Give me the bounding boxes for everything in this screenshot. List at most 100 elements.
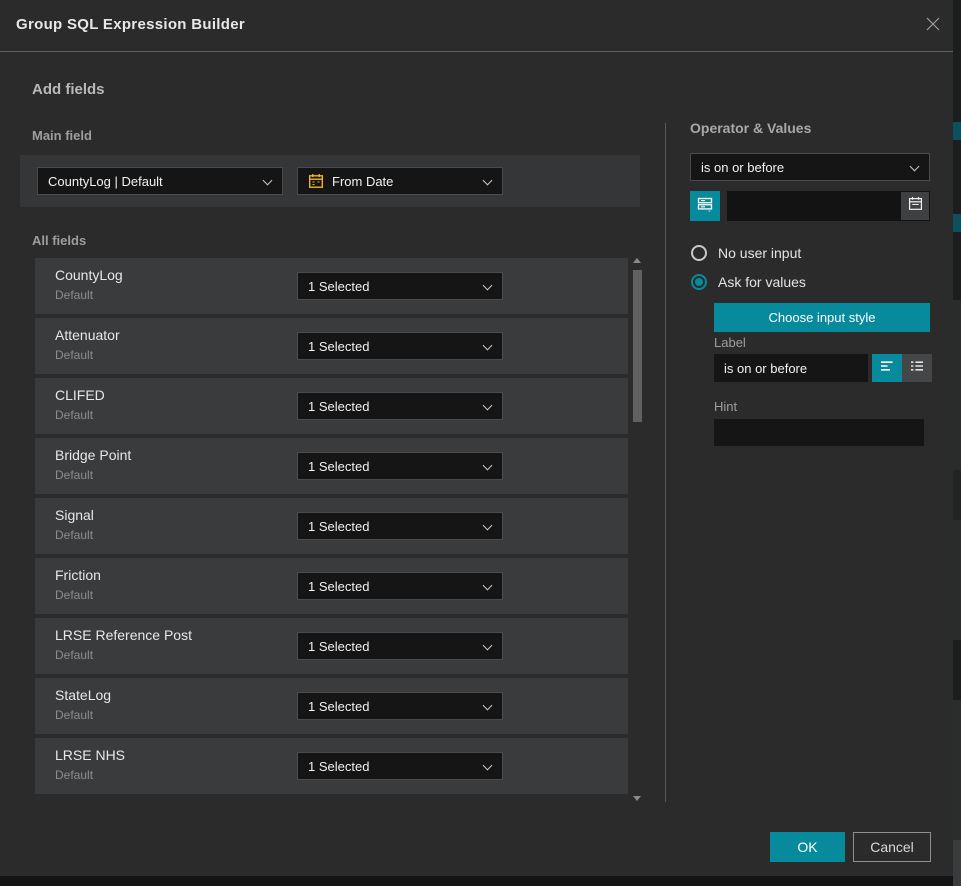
list-icon [909, 358, 925, 379]
field-selected-value: 1 Selected [308, 339, 369, 354]
radio-no-user-input[interactable]: No user input [691, 245, 801, 261]
field-name: Friction [55, 567, 101, 583]
stacked-values-icon [696, 195, 714, 218]
field-row-lrse-reference-post: LRSE Reference Post Default 1 Selected [35, 618, 628, 674]
list-input-style-button[interactable] [902, 354, 932, 382]
field-name: CLIFED [55, 387, 105, 403]
background-app-edge [953, 0, 961, 886]
field-selected-dropdown[interactable]: 1 Selected [297, 452, 503, 480]
field-row-clifed: CLIFED Default 1 Selected [35, 378, 628, 434]
label-field-label: Label [714, 335, 746, 350]
main-field-select-value: From Date [332, 174, 393, 189]
chevron-down-icon [483, 281, 493, 291]
radio-ask-for-values-label: Ask for values [718, 274, 806, 290]
chevron-down-icon [483, 176, 493, 186]
field-name: CountyLog [55, 267, 123, 283]
all-fields-label: All fields [32, 233, 86, 248]
align-left-icon [879, 358, 895, 379]
chevron-down-icon [483, 401, 493, 411]
all-fields-list: CountyLog Default 1 Selected Attenuator … [35, 258, 628, 794]
field-name: Bridge Point [55, 447, 131, 463]
field-row-attenuator: Attenuator Default 1 Selected [35, 318, 628, 374]
field-selected-dropdown[interactable]: 1 Selected [297, 332, 503, 360]
unique-values-button[interactable] [690, 191, 720, 221]
chevron-down-icon [483, 761, 493, 771]
date-picker-button[interactable] [901, 192, 929, 220]
chevron-down-icon [483, 581, 493, 591]
chevron-down-icon [263, 176, 273, 186]
operator-values-label: Operator & Values [690, 120, 811, 136]
field-selected-value: 1 Selected [308, 279, 369, 294]
choose-input-style-button[interactable]: Choose input style [714, 303, 930, 332]
field-selected-value: 1 Selected [308, 639, 369, 654]
operator-select-value: is on or before [701, 160, 784, 175]
main-field-panel: CountyLog | Default From Date [20, 155, 640, 207]
field-name: LRSE NHS [55, 747, 125, 763]
field-type: Default [55, 708, 93, 722]
dialog-title: Group SQL Expression Builder [16, 16, 245, 33]
add-fields-heading: Add fields [32, 81, 105, 98]
chevron-down-icon [483, 341, 493, 351]
field-name: Attenuator [55, 327, 120, 343]
radio-circle-selected [691, 274, 707, 290]
radio-circle-unselected [691, 245, 707, 261]
label-input[interactable] [714, 354, 868, 382]
calendar-icon [908, 196, 923, 216]
field-name: LRSE Reference Post [55, 627, 192, 643]
field-row-signal: Signal Default 1 Selected [35, 498, 628, 554]
ok-button[interactable]: OK [770, 832, 845, 862]
chevron-down-icon [483, 641, 493, 651]
text-input-style-button[interactable] [872, 354, 902, 382]
field-name: Signal [55, 507, 94, 523]
main-field-select[interactable]: From Date [297, 167, 503, 195]
field-name: StateLog [55, 687, 111, 703]
field-type: Default [55, 648, 93, 662]
field-selected-value: 1 Selected [308, 699, 369, 714]
scrollbar-thumb[interactable] [633, 270, 642, 422]
operator-values-panel: Operator & Values is on or before [690, 0, 932, 876]
field-selected-dropdown[interactable]: 1 Selected [297, 692, 503, 720]
field-selected-dropdown[interactable]: 1 Selected [297, 632, 503, 660]
field-selected-value: 1 Selected [308, 519, 369, 534]
field-selected-value: 1 Selected [308, 399, 369, 414]
chevron-down-icon [483, 701, 493, 711]
field-type: Default [55, 768, 93, 782]
field-selected-value: 1 Selected [308, 459, 369, 474]
field-selected-value: 1 Selected [308, 759, 369, 774]
radio-no-user-input-label: No user input [718, 245, 801, 261]
hint-field-label: Hint [714, 399, 737, 414]
field-selected-dropdown[interactable]: 1 Selected [297, 752, 503, 780]
scrollbar-down-arrow[interactable] [633, 796, 641, 801]
field-row-friction: Friction Default 1 Selected [35, 558, 628, 614]
scrollbar-up-arrow[interactable] [633, 258, 641, 263]
field-selected-dropdown[interactable]: 1 Selected [297, 512, 503, 540]
cancel-button[interactable]: Cancel [853, 832, 931, 862]
radio-ask-for-values[interactable]: Ask for values [691, 274, 806, 290]
input-style-toggle [872, 354, 932, 382]
field-row-bridge-point: Bridge Point Default 1 Selected [35, 438, 628, 494]
field-type: Default [55, 408, 93, 422]
chevron-down-icon [483, 521, 493, 531]
field-selected-dropdown[interactable]: 1 Selected [297, 572, 503, 600]
field-selected-dropdown[interactable]: 1 Selected [297, 392, 503, 420]
field-row-countylog: CountyLog Default 1 Selected [35, 258, 628, 314]
calendar-icon [308, 173, 324, 189]
chevron-down-icon [483, 461, 493, 471]
field-type: Default [55, 588, 93, 602]
value-input[interactable] [727, 191, 930, 221]
hint-input[interactable] [714, 419, 924, 446]
field-selected-value: 1 Selected [308, 579, 369, 594]
field-row-statelog: StateLog Default 1 Selected [35, 678, 628, 734]
field-row-lrse-nhs: LRSE NHS Default 1 Selected [35, 738, 628, 794]
chevron-down-icon [910, 162, 920, 172]
panel-divider [665, 123, 666, 802]
field-type: Default [55, 528, 93, 542]
field-type: Default [55, 348, 93, 362]
operator-select[interactable]: is on or before [690, 153, 930, 181]
list-scrollbar[interactable] [630, 255, 645, 804]
field-type: Default [55, 468, 93, 482]
field-selected-dropdown[interactable]: 1 Selected [297, 272, 503, 300]
field-type: Default [55, 288, 93, 302]
main-layer-select[interactable]: CountyLog | Default [37, 167, 283, 195]
main-field-label: Main field [32, 128, 92, 143]
